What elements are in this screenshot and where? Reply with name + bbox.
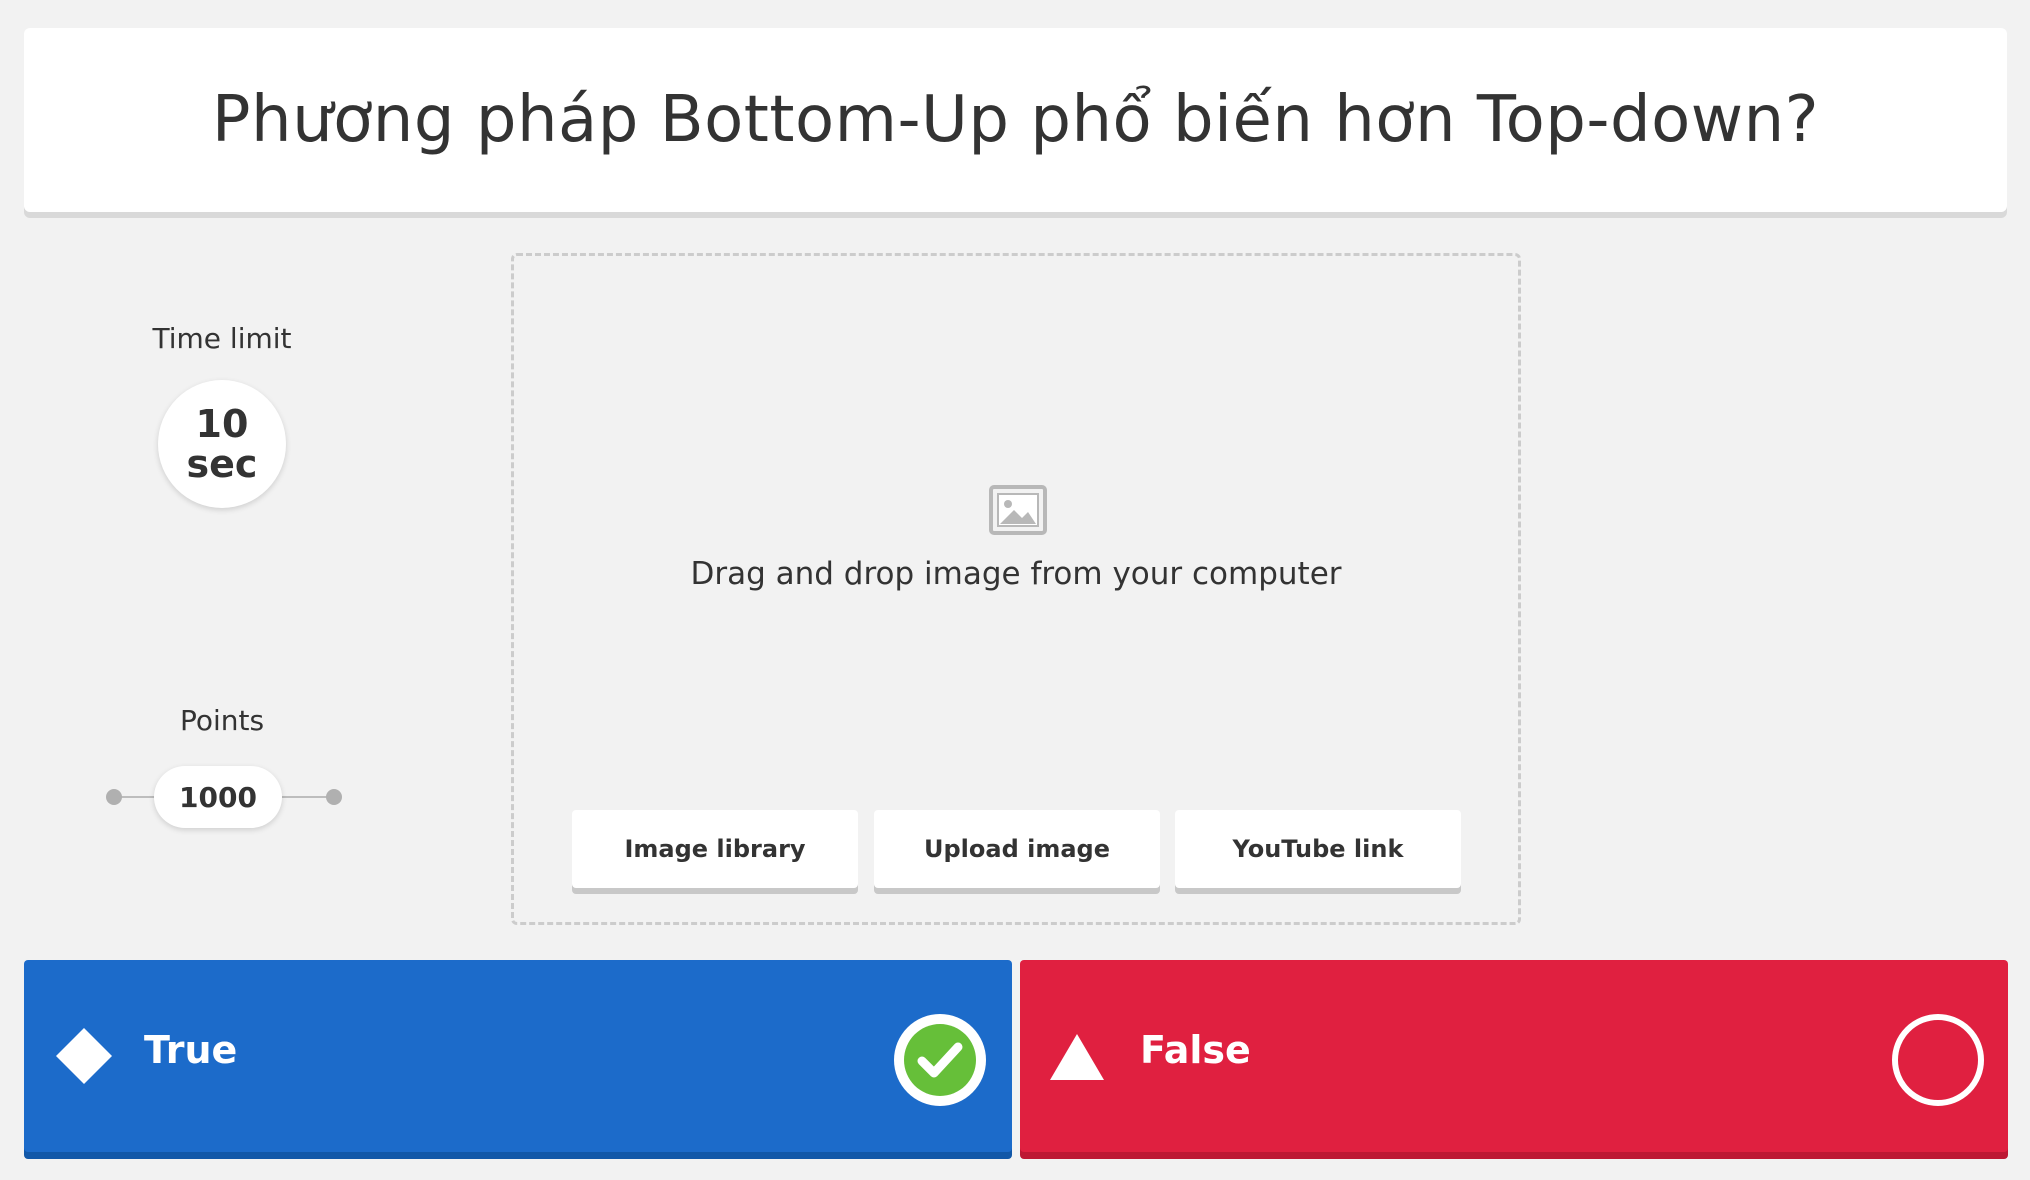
question-title[interactable]: Phương pháp Bottom-Up phổ biến hơn Top-d… <box>212 83 1819 157</box>
image-placeholder-icon <box>989 485 1047 535</box>
answer-true[interactable]: True <box>24 960 1012 1152</box>
time-limit-value: 10 <box>195 402 249 446</box>
correct-answer-toggle-empty[interactable] <box>1892 1014 1984 1106</box>
answer-true-label: True <box>144 1028 238 1072</box>
correct-answer-toggle[interactable] <box>894 1014 986 1106</box>
triangle-icon <box>1050 1034 1104 1080</box>
points-label: Points <box>179 704 265 737</box>
media-drop-zone[interactable]: Drag and drop image from your computer I… <box>511 253 1521 925</box>
drop-instructions: Drag and drop image from your computer <box>690 556 1342 592</box>
time-limit-selector[interactable]: 10 sec <box>158 380 286 508</box>
answer-false-label: False <box>1140 1028 1251 1072</box>
points-value[interactable]: 1000 <box>154 766 282 828</box>
slider-max-dot[interactable] <box>326 789 342 805</box>
checkmark-icon <box>904 1024 976 1096</box>
slider-min-dot[interactable] <box>106 789 122 805</box>
answer-false[interactable]: False <box>1020 960 2008 1152</box>
image-library-button[interactable]: Image library <box>572 810 858 888</box>
time-limit-label: Time limit <box>152 322 292 355</box>
upload-image-button[interactable]: Upload image <box>874 810 1160 888</box>
points-slider[interactable]: 1000 <box>104 766 344 828</box>
diamond-icon <box>56 1028 112 1084</box>
time-limit-unit: sec <box>186 442 258 486</box>
youtube-link-button[interactable]: YouTube link <box>1175 810 1461 888</box>
question-title-bar[interactable]: Phương pháp Bottom-Up phổ biến hơn Top-d… <box>24 28 2007 212</box>
